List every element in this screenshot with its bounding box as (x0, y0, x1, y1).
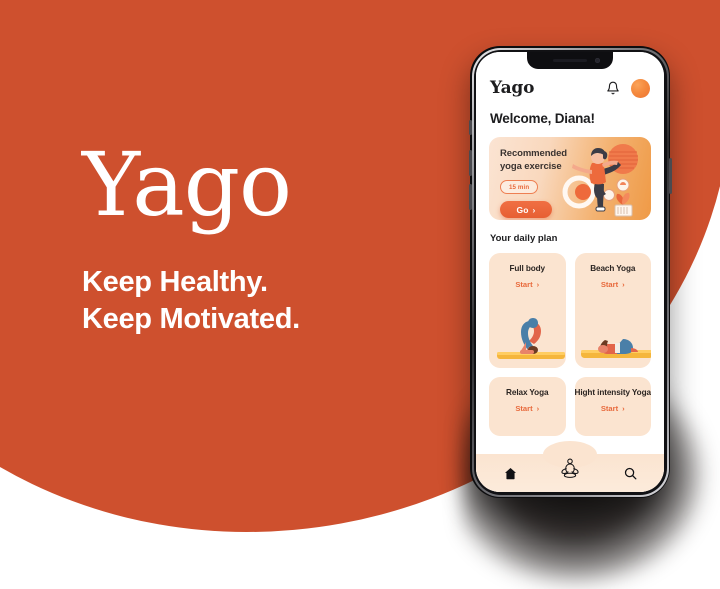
chevron-right-icon: › (536, 280, 540, 289)
recommended-card[interactable]: Recommended yoga exercise 15 min Go › (489, 137, 651, 220)
chevron-right-icon: › (622, 280, 625, 289)
recommended-card-text: Recommended yoga exercise 15 min Go › (500, 148, 567, 219)
app-logo: Yago (490, 78, 535, 98)
brand-title: Yago (82, 133, 292, 236)
bell-icon[interactable] (606, 81, 620, 95)
go-button-label: Go (516, 204, 529, 215)
home-icon[interactable] (502, 465, 518, 481)
nav-items (476, 454, 664, 492)
start-label: Start (515, 280, 533, 289)
daily-plan-grid: Full body Start › Beach Yoga Start › Rel… (476, 244, 664, 436)
chevron-right-icon: › (532, 204, 536, 215)
plan-card-title: Hight intensity Yoga (574, 388, 651, 397)
plan-card-full-body[interactable]: Full body Start › (489, 253, 566, 368)
power-button (668, 158, 672, 194)
welcome-message: Welcome, Diana! (490, 111, 595, 126)
volume-down-button (468, 184, 472, 210)
plan-card-title: Beach Yoga (590, 264, 636, 273)
meditation-lotus-icon[interactable] (558, 457, 582, 481)
recommended-title-line-2: yoga exercise (500, 160, 562, 172)
daily-plan-heading: Your daily plan (490, 233, 558, 244)
forearm-stand-illustration (497, 318, 565, 359)
plan-card-start-link[interactable]: Start › (601, 404, 625, 413)
recommended-title: Recommended yoga exercise (500, 148, 567, 173)
plan-card-relax-yoga[interactable]: Relax Yoga Start › (489, 377, 566, 436)
start-label: Start (600, 404, 619, 413)
plan-card-title: Relax Yoga (506, 388, 549, 397)
chevron-right-icon: › (622, 404, 625, 413)
phone-notch (527, 52, 613, 69)
earpiece-speaker (553, 58, 587, 62)
brand-tagline: Keep Healthy. Keep Motivated. (82, 264, 412, 338)
phone-screen: Yago Welcome, Diana! Recommended yoga ex… (476, 52, 664, 492)
header-actions (606, 78, 650, 98)
search-icon[interactable] (622, 465, 638, 481)
volume-up-button (468, 150, 472, 176)
phone-mockup: Yago Welcome, Diana! Recommended yoga ex… (468, 46, 672, 498)
plan-card-start-link[interactable]: Start › (601, 280, 625, 289)
recommended-title-line-1: Recommended (500, 148, 568, 159)
plan-card-beach-yoga[interactable]: Beach Yoga Start › (574, 253, 651, 368)
reclining-pose-illustration (580, 339, 651, 358)
tagline-line-2: Keep Motivated. (82, 302, 300, 335)
plan-card-start-link[interactable]: Start › (515, 404, 539, 413)
bottom-navigation-bar (476, 441, 664, 492)
duration-badge: 15 min (500, 180, 539, 195)
poster-canvas: Yago Keep Healthy. Keep Motivated. Yago (0, 0, 720, 589)
tagline-line-1: Keep Healthy. (82, 265, 268, 298)
front-camera-icon (595, 58, 600, 63)
yago-app: Yago Welcome, Diana! Recommended yoga ex… (476, 52, 664, 492)
silent-switch (468, 120, 472, 135)
plan-card-high-intensity-yoga[interactable]: Hight intensity Yoga Start › (574, 377, 651, 436)
avatar[interactable] (631, 78, 650, 98)
go-button[interactable]: Go › (500, 201, 552, 219)
plan-card-start-link[interactable]: Start › (515, 280, 539, 289)
brand-block: Yago Keep Healthy. Keep Motivated. (82, 140, 412, 338)
plan-card-title: Full body (509, 264, 546, 273)
chevron-right-icon: › (536, 404, 540, 413)
start-label: Start (600, 280, 619, 289)
start-label: Start (515, 404, 533, 413)
